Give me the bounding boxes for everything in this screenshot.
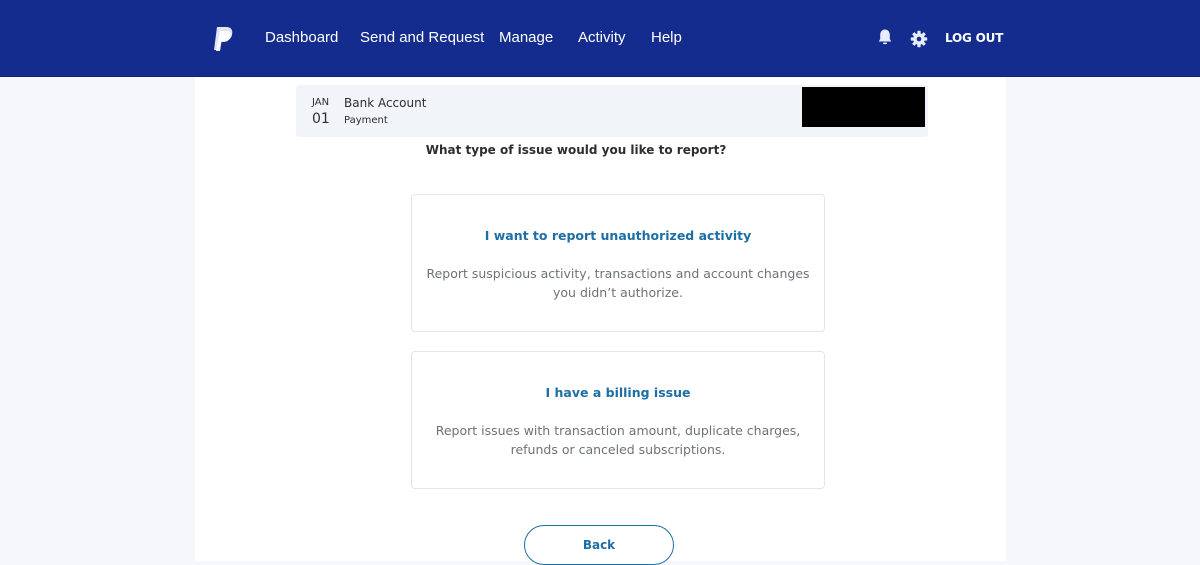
option-description: Report suspicious activity, transactions… [426,266,810,300]
nav-activity[interactable]: Activity [578,29,626,46]
top-navigation-bar: Dashboard Send and Request Manage Activi… [0,0,1200,77]
paypal-logo-icon[interactable] [211,26,235,52]
transaction-month: JAN [312,97,330,108]
logout-button[interactable]: LOG OUT [945,31,1003,45]
bell-icon[interactable] [876,28,894,46]
gear-icon[interactable] [910,30,928,48]
option-unauthorized-activity[interactable]: I want to report unauthorized activity R… [411,194,825,332]
nav-help[interactable]: Help [651,29,682,46]
nav-manage[interactable]: Manage [499,29,553,46]
nav-dashboard[interactable]: Dashboard [265,29,338,46]
transaction-type: Payment [344,115,388,126]
transaction-summary: JAN 01 Bank Account Payment [296,85,928,137]
transaction-name: Bank Account [344,96,427,110]
option-title: I want to report unauthorized activity [484,228,752,243]
option-title: I have a billing issue [545,385,691,400]
transaction-day: 01 [312,111,330,127]
nav-send-and-request[interactable]: Send and Request [360,29,484,46]
option-billing-issue[interactable]: I have a billing issue Report issues wit… [411,351,825,489]
redacted-amount [802,87,925,127]
option-description: Report issues with transaction amount, d… [435,423,801,457]
back-button[interactable]: Back [524,525,674,565]
main-content: JAN 01 Bank Account Payment What type of… [195,77,1006,565]
issue-type-question: What type of issue would you like to rep… [425,143,727,157]
